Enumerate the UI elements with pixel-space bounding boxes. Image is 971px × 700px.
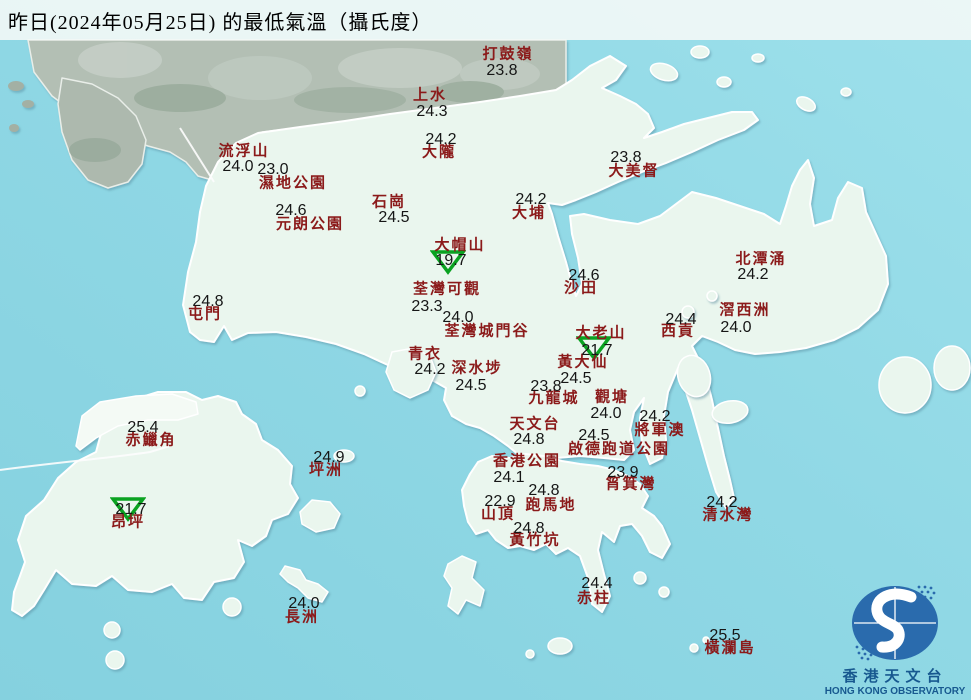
station-value: 24.6 [568,267,600,284]
station-value: 24.8 [513,431,545,448]
station-value: 23.8 [610,149,642,166]
station-value: 24.3 [416,103,448,120]
station-value: 25.5 [709,627,741,644]
station-value: 24.4 [665,311,697,328]
beaufort-island [633,571,647,585]
station-value: 23.8 [530,378,562,395]
station-value: 25.4 [127,419,159,436]
station-value: 24.5 [578,427,610,444]
station-name: 大老山 [575,325,627,342]
station-value: 24.0 [442,309,474,326]
station-name: 跑馬地 [525,497,577,514]
station-value: 24.8 [513,520,545,537]
station-name: 啟德跑道公園 [567,441,671,458]
station-value: 24.8 [528,482,560,499]
station-value: 24.2 [737,266,769,283]
station-value: 24.5 [378,209,410,226]
station-value: 24.5 [455,377,487,394]
station-value: 22.9 [484,493,516,510]
waglan-island [689,643,699,653]
po-toi-island [547,637,573,655]
page-title: 昨日(2024年05月25日) 的最低氣溫（攝氏度） [8,11,433,34]
station-value: 24.6 [275,202,307,219]
weather-map-canvas: 昨日(2024年05月25日) 的最低氣溫（攝氏度） 23.8 打鼓嶺 24.3 上水… [0,0,971,700]
ninepin-islets [878,356,932,414]
ma-wan-island [354,385,366,397]
hko-logo: 香港天文台 HONG KONG OBSERVATORY [822,583,968,698]
station-name: 觀塘 [594,389,630,406]
station-value: 24.0 [288,595,320,612]
station-value: 24.2 [414,361,446,378]
station-name: 打鼓嶺 [482,46,534,63]
station-value: 24.2 [706,494,738,511]
station-name: 大埔 [511,205,547,222]
hko-logo-chinese-name: 香港天文台 [842,669,948,685]
station-name: 赤柱 [576,590,612,607]
station-value: 24.0 [222,158,254,175]
station-name: 荃灣可觀 [412,281,482,298]
station-value: 24.0 [590,405,622,422]
station-value: 23.9 [607,464,639,481]
station-value: 24.9 [313,449,345,466]
hko-logo-english-name: HONG KONG OBSERVATORY [824,686,966,697]
station-value: 21.7 [115,501,147,518]
station-name: 深水埗 [451,360,503,377]
station-value: 19.7 [435,252,467,269]
station-value: 23.8 [486,62,518,79]
station-value: 24.5 [560,370,592,387]
station-name: 濕地公園 [258,175,328,192]
shek-kwu-chau-island [222,597,242,617]
station-name: 長洲 [284,609,320,626]
station-value: 24.1 [493,469,525,486]
station-value: 21.7 [581,342,613,359]
station-name: 香港公園 [492,453,562,470]
station-name: 上水 [412,87,448,104]
station-value: 23.0 [257,161,289,178]
station-value: 24.2 [639,408,671,425]
station-name: 大美督 [608,163,660,180]
station-name: 將軍澳 [634,422,686,439]
station-value: 24.2 [425,131,457,148]
station-value: 23.3 [411,298,443,315]
station-name: 荃灣城門谷 [444,323,530,340]
station-value: 24.8 [192,293,224,310]
station-value: 24.4 [581,575,613,592]
station-name: 元朗公園 [275,216,345,233]
soko-islands [103,621,121,639]
station-value: 24.0 [720,319,752,336]
hko-logo-icon [852,585,938,661]
title-bar: 昨日(2024年05月25日) 的最低氣溫（攝氏度） [0,0,971,40]
station-name: 滘西洲 [719,302,771,319]
station-value: 24.2 [515,191,547,208]
